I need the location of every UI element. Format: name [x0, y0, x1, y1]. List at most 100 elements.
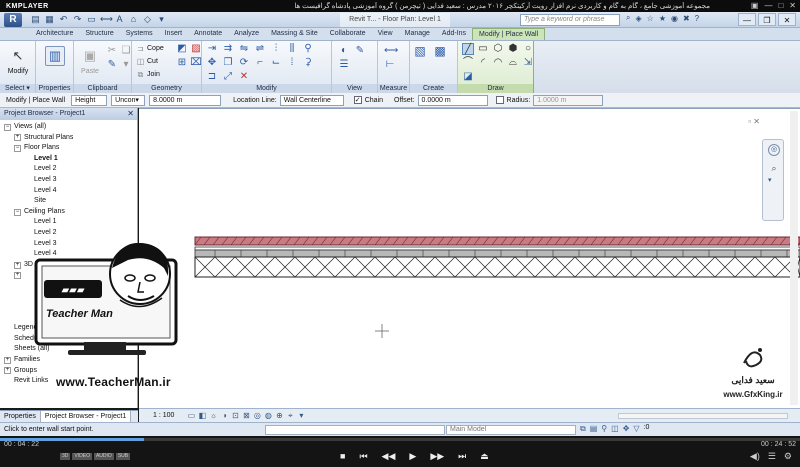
paste-special-icon[interactable]: ▾: [120, 59, 132, 71]
analytical-icon[interactable]: ⌖: [285, 411, 295, 421]
minimize-icon[interactable]: —: [764, 0, 772, 12]
sign-in-icon[interactable]: ◉: [671, 14, 678, 23]
measure-icon[interactable]: ⟷: [100, 14, 113, 25]
select-underlay-icon[interactable]: ▤: [590, 424, 598, 434]
match-type-icon[interactable]: ✎: [106, 59, 118, 71]
location-line-select[interactable]: Wall Centerline: [279, 94, 344, 106]
circle-icon[interactable]: ○: [522, 43, 534, 55]
tree-item[interactable]: − Ceiling Plans: [4, 207, 137, 218]
join-button[interactable]: ⧉ Join: [136, 69, 160, 80]
steering-wheel-icon[interactable]: ◎: [768, 144, 780, 156]
shadows-icon[interactable]: ◑: [219, 411, 229, 421]
application-menu-button[interactable]: R: [0, 12, 26, 28]
inscribed-polygon-icon[interactable]: ⬢: [507, 43, 519, 55]
tree-item[interactable]: Level 1: [4, 154, 137, 165]
temporary-hide-icon[interactable]: ◎: [252, 411, 262, 421]
previous-icon[interactable]: ⏮: [359, 451, 367, 462]
radius-checkbox[interactable]: [495, 96, 504, 104]
tree-item[interactable]: Level 2: [4, 228, 137, 239]
move-icon[interactable]: ✥: [206, 57, 218, 69]
playlist-icon[interactable]: ☰: [768, 451, 776, 462]
split-face-icon[interactable]: ◩: [176, 43, 188, 55]
close-icon[interactable]: ✕: [778, 13, 796, 26]
badge-3d[interactable]: 3D: [60, 453, 71, 460]
ribbon-tab-insert[interactable]: Insert: [159, 28, 189, 40]
ribbon-tab-collaborate[interactable]: Collaborate: [324, 28, 372, 40]
paint-icon[interactable]: ▨: [190, 43, 202, 55]
zoom-icon[interactable]: ⌕: [768, 162, 780, 174]
tree-toggle-icon[interactable]: +: [14, 134, 21, 142]
start-end-arc-icon[interactable]: ⌒: [462, 57, 474, 69]
offset-icon[interactable]: ⇉: [222, 43, 234, 55]
subscription-icon[interactable]: ◈: [635, 14, 641, 23]
array-icon[interactable]: ⁞: [286, 57, 298, 69]
worksharing-icon[interactable]: ⊕: [274, 411, 284, 421]
qat-dropdown-icon[interactable]: ▾: [156, 14, 167, 25]
communication-icon[interactable]: ☆: [647, 14, 654, 23]
pin-icon[interactable]: ⚲: [302, 43, 314, 55]
select-by-face-icon[interactable]: ◫: [611, 424, 619, 434]
minimize-icon[interactable]: —: [738, 13, 756, 26]
tree-toggle-icon[interactable]: +: [4, 367, 11, 375]
tree-toggle-icon[interactable]: −: [14, 144, 21, 152]
select-links-icon[interactable]: ⧉: [580, 424, 586, 434]
workset-selector[interactable]: [265, 425, 445, 435]
visual-style-icon[interactable]: ◧: [197, 411, 207, 421]
copy-icon[interactable]: ❏: [120, 45, 132, 57]
restore-icon[interactable]: ❐: [758, 13, 776, 26]
undo-icon[interactable]: ↶: [58, 14, 69, 25]
save-icon[interactable]: ▦: [44, 14, 55, 25]
constraints-icon[interactable]: ▾: [296, 411, 306, 421]
rewind-icon[interactable]: ◀◀: [382, 451, 396, 462]
trim-multiple-icon[interactable]: ⊐: [206, 71, 218, 83]
close-icon[interactable]: ✕: [127, 108, 134, 120]
tree-item[interactable]: Level 4: [4, 186, 137, 197]
fillet-arc-icon[interactable]: ⌓: [507, 57, 519, 69]
tree-toggle-icon[interactable]: +: [14, 272, 21, 280]
rectangle-icon[interactable]: ▭: [477, 43, 489, 55]
tree-item[interactable]: Level 3: [4, 175, 137, 186]
create-group-icon[interactable]: ▧: [414, 45, 426, 57]
show-crop-icon[interactable]: ⊠: [241, 411, 251, 421]
filter-icon[interactable]: ▽: [633, 424, 639, 434]
tree-toggle-icon[interactable]: −: [4, 123, 11, 131]
unpin-icon[interactable]: ⚳: [302, 57, 314, 69]
settings-icon[interactable]: ⚙: [784, 451, 792, 462]
next-icon[interactable]: ⏭: [458, 451, 466, 462]
line-icon[interactable]: ╱: [462, 43, 474, 55]
exchange-icon[interactable]: ✖: [683, 14, 690, 23]
eject-icon[interactable]: ⏏: [480, 451, 489, 462]
split-icon[interactable]: ⫶: [270, 43, 282, 55]
unconnected-select[interactable]: Uncon▾: [111, 94, 146, 106]
section-icon[interactable]: ◇: [142, 14, 153, 25]
ribbon-tab-view[interactable]: View: [372, 28, 399, 40]
cut-icon[interactable]: ✂: [106, 45, 118, 57]
3d-view-icon[interactable]: ⌂: [128, 14, 139, 25]
tree-item[interactable]: Level 1: [4, 217, 137, 228]
ribbon-tab-architecture[interactable]: Architecture: [30, 28, 79, 40]
paste-button[interactable]: ▣ Paste: [76, 44, 104, 80]
open-icon[interactable]: ▤: [30, 14, 41, 25]
cope-button[interactable]: ⊐ Cope: [136, 43, 164, 54]
badge-audio[interactable]: AUDIO: [93, 453, 114, 460]
badge-sub[interactable]: SUB: [115, 453, 131, 460]
stop-icon[interactable]: ■: [340, 451, 345, 462]
measure-between-icon[interactable]: ⟷: [384, 45, 398, 57]
help-icon[interactable]: ?: [695, 14, 699, 23]
demolish-icon[interactable]: ⌧: [190, 57, 202, 69]
ribbon-tab-systems[interactable]: Systems: [120, 28, 159, 40]
print-icon[interactable]: ▭: [86, 14, 97, 25]
tangent-arc-icon[interactable]: ◠: [492, 57, 504, 69]
ribbon-tab-manage[interactable]: Manage: [399, 28, 436, 40]
project-browser-tab[interactable]: Project Browser - Project1: [40, 411, 132, 422]
pick-lines-icon[interactable]: ⇲: [522, 57, 534, 69]
play-icon[interactable]: ▶: [409, 451, 416, 462]
tree-item[interactable]: Level 2: [4, 164, 137, 175]
seek-bar[interactable]: [0, 438, 800, 441]
help-search-input[interactable]: Type a keyword or phrase: [520, 14, 620, 26]
reveal-hidden-icon[interactable]: ◍: [263, 411, 273, 421]
ribbon-tab-analyze[interactable]: Analyze: [228, 28, 265, 40]
tree-toggle-icon[interactable]: +: [4, 356, 11, 364]
drawing-area[interactable]: ◎ ⌕ ▾ ▫ ✕: [139, 108, 800, 408]
forward-icon[interactable]: ▶▶: [430, 451, 444, 462]
